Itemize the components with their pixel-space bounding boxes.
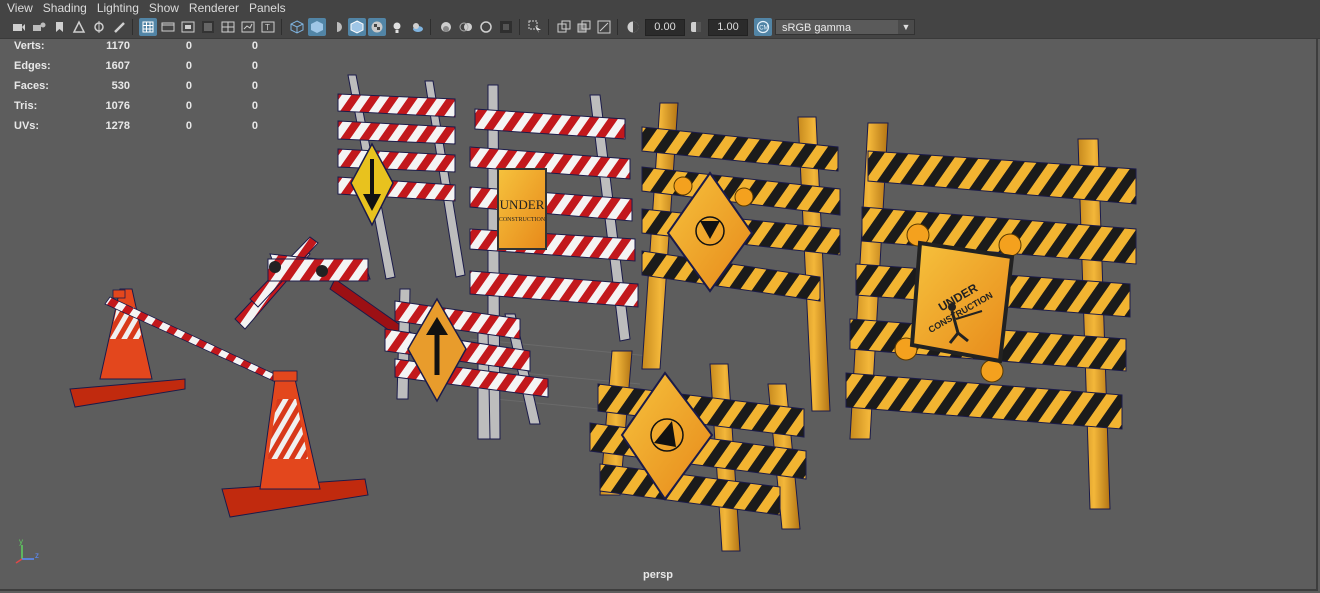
menu-renderer[interactable]: Renderer (184, 0, 244, 16)
menu-lighting[interactable]: Lighting (92, 0, 144, 16)
2d-pan-zoom-icon[interactable] (90, 18, 108, 36)
red-white-barrier-1 (337, 74, 466, 280)
safe-action-icon[interactable] (239, 18, 257, 36)
hud-label: Verts: (14, 40, 45, 52)
axis-gizmo-icon: y z (15, 537, 39, 564)
xray-active-components-icon[interactable] (595, 18, 613, 36)
depth-of-field-icon[interactable] (497, 18, 515, 36)
safe-title-icon[interactable]: T (259, 18, 277, 36)
hud-value: 0 (185, 60, 192, 72)
hud-value: 0 (251, 120, 258, 132)
default-material-icon[interactable] (328, 18, 346, 36)
maya-viewport-panel: View Shading Lighting Show Renderer Pane… (0, 0, 1320, 593)
gamma-field[interactable]: 1.00 (708, 18, 748, 36)
toolbar-divider (430, 19, 431, 35)
sign-under-text: UNDER (500, 197, 545, 212)
axis-z-label: z (35, 551, 39, 560)
yellow-barrier-2: UNDER CONSTRUCTION (845, 122, 1137, 510)
yellow-barrier-3 (589, 350, 807, 552)
film-gate-icon[interactable] (159, 18, 177, 36)
toolbar-divider (548, 19, 549, 35)
hud-value: 0 (185, 40, 192, 52)
axis-y-label: y (19, 537, 23, 546)
hud-value: 1607 (105, 60, 130, 72)
hud-value: 0 (251, 40, 258, 52)
motion-blur-icon[interactable] (457, 18, 475, 36)
gamma-icon[interactable] (687, 18, 705, 36)
wireframe-icon[interactable] (288, 18, 306, 36)
view-transform-icon[interactable]: CM (754, 18, 772, 36)
hud-value: 0 (251, 100, 258, 112)
red-white-barrier-3 (384, 288, 549, 440)
hud-value: 0 (185, 120, 192, 132)
wireframe-on-shaded-icon[interactable] (348, 18, 366, 36)
textured-icon[interactable] (368, 18, 386, 36)
menu-shading[interactable]: Shading (38, 0, 92, 16)
select-camera-icon[interactable] (10, 18, 28, 36)
colorspace-value: sRGB gamma (782, 22, 852, 34)
toolbar-divider (519, 19, 520, 35)
panel-menubar: View Shading Lighting Show Renderer Pane… (0, 0, 1320, 16)
hud-value: 0 (251, 60, 258, 72)
yellow-barrier-1 (641, 102, 841, 412)
svg-text:T: T (265, 23, 270, 32)
hud-label: Faces: (14, 80, 49, 92)
shadows-icon[interactable] (408, 18, 426, 36)
gate-mask-icon[interactable] (199, 18, 217, 36)
red-light-barrier (234, 236, 421, 346)
menu-show[interactable]: Show (144, 0, 184, 16)
hud-value: 1170 (106, 40, 130, 52)
hud-value: 0 (185, 80, 192, 92)
hud-value: 0 (251, 80, 258, 92)
menu-panels[interactable]: Panels (244, 0, 291, 16)
image-plane-icon[interactable] (70, 18, 88, 36)
field-chart-icon[interactable] (219, 18, 237, 36)
toolbar-divider (617, 19, 618, 35)
use-all-lights-icon[interactable] (388, 18, 406, 36)
colorspace-dropdown[interactable]: sRGB gamma ▼ (775, 19, 915, 35)
scene-render: UNDER CONSTRUCTION UNDER CONSTRUCTION (69, 74, 1137, 552)
xray-icon[interactable] (555, 18, 573, 36)
hud-value: 530 (111, 80, 130, 92)
traffic-cones (69, 288, 369, 518)
viewport-3d[interactable]: UNDER CONSTRUCTION UNDER CONSTRUCTION Ve… (0, 39, 1318, 591)
toolbar-divider (281, 19, 282, 35)
smooth-shade-icon[interactable] (308, 18, 326, 36)
hud-value: 1278 (105, 120, 130, 132)
hud-value: 1076 (105, 100, 130, 112)
camera-attributes-icon[interactable] (30, 18, 48, 36)
hud-label: UVs: (14, 120, 40, 132)
camera-name-label: persp (643, 569, 673, 581)
svg-text:CM: CM (759, 26, 768, 32)
grease-pencil-icon[interactable] (110, 18, 128, 36)
hud-value: 0 (185, 100, 192, 112)
grid-toggle-icon[interactable] (139, 18, 157, 36)
bookmark-icon[interactable] (50, 18, 68, 36)
exposure-icon[interactable] (624, 18, 642, 36)
menu-view[interactable]: View (0, 0, 38, 16)
screen-space-ao-icon[interactable] (437, 18, 455, 36)
xray-joints-icon[interactable] (575, 18, 593, 36)
panel-toolbar: T 0.00 1.00 CM sRGB gamma ▼ (0, 16, 1320, 39)
isolate-select-icon[interactable] (526, 18, 544, 36)
toolbar-divider (132, 19, 133, 35)
chevron-down-icon[interactable]: ▼ (898, 20, 914, 34)
resolution-gate-icon[interactable] (179, 18, 197, 36)
sign-construction-text: CONSTRUCTION (499, 217, 546, 223)
hud-label: Tris: (14, 100, 38, 112)
exposure-field[interactable]: 0.00 (645, 18, 685, 36)
anti-aliasing-icon[interactable] (477, 18, 495, 36)
hud-label: Edges: (14, 60, 51, 72)
